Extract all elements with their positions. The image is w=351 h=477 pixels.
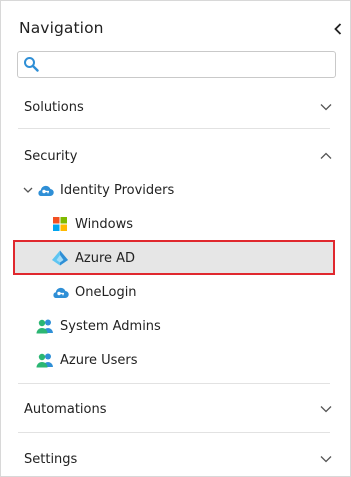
tree-item-label: System Admins — [60, 318, 161, 334]
users-icon — [36, 317, 54, 335]
section-solutions[interactable]: Solutions — [24, 97, 332, 117]
chevron-down-icon — [320, 456, 332, 463]
tree-item-label: Identity Providers — [60, 182, 175, 198]
collapse-panel-button[interactable] — [331, 20, 345, 38]
tree-item-label: Azure Users — [60, 352, 138, 368]
panel-header: Navigation — [19, 18, 350, 42]
section-settings[interactable]: Settings — [24, 449, 332, 469]
navigation-panel: Navigation Solutions Security Identity P… — [0, 0, 351, 477]
chevron-down-icon — [320, 104, 332, 111]
search-input[interactable] — [44, 55, 333, 75]
section-solutions-label: Solutions — [24, 99, 84, 115]
tree-item-label: Windows — [75, 216, 134, 232]
tree-item-azure-users[interactable]: Azure Users — [36, 351, 138, 369]
tree-expand-chevron-icon[interactable] — [22, 184, 34, 196]
divider — [18, 383, 330, 384]
section-automations[interactable]: Automations — [24, 399, 332, 419]
users-icon — [36, 351, 54, 369]
search-box[interactable] — [17, 51, 336, 78]
panel-title: Navigation — [19, 19, 104, 37]
divider — [18, 128, 330, 129]
tree-item-windows[interactable]: Windows — [51, 215, 133, 233]
tree-item-system-admins[interactable]: System Admins — [36, 317, 161, 335]
section-security-label: Security — [24, 148, 78, 164]
cloud-key-icon — [36, 181, 54, 199]
tree-item-azure-ad[interactable]: Azure AD — [51, 249, 135, 267]
tree-item-identity-providers[interactable]: Identity Providers — [36, 181, 174, 199]
section-automations-label: Automations — [24, 401, 107, 417]
tree-item-label: OneLogin — [75, 284, 137, 300]
search-icon — [24, 57, 39, 72]
chevron-down-icon — [320, 406, 332, 413]
tree-item-label: Azure AD — [75, 250, 136, 266]
windows-logo-icon — [51, 215, 69, 233]
azure-ad-icon — [51, 249, 69, 267]
chevron-left-icon — [334, 23, 342, 35]
cloud-key-icon — [51, 283, 69, 301]
section-settings-label: Settings — [24, 451, 78, 467]
section-security[interactable]: Security — [24, 146, 332, 166]
tree-item-onelogin[interactable]: OneLogin — [51, 283, 137, 301]
divider — [18, 432, 330, 433]
chevron-up-icon — [320, 152, 332, 159]
